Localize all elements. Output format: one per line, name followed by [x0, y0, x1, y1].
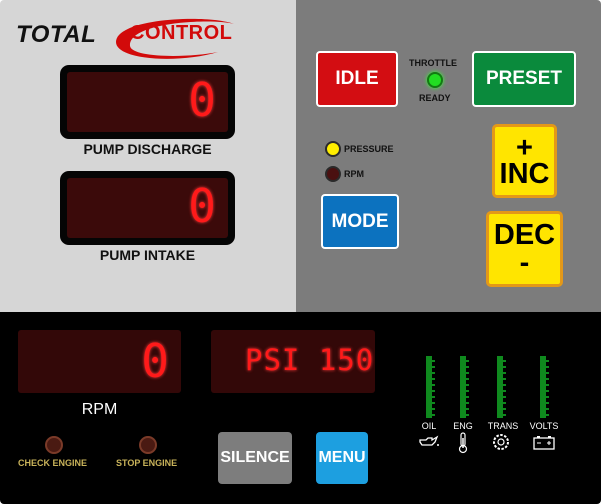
gauge-tick: [503, 396, 506, 398]
gauge-tick: [432, 378, 435, 380]
gear-icon: [493, 434, 509, 450]
gauge-tick: [466, 402, 469, 404]
total-control-logo: TOTAL CONTROL: [14, 12, 244, 62]
gauge-tick: [503, 360, 506, 362]
gauge-tick: [466, 366, 469, 368]
gauge-tick: [503, 390, 506, 392]
dec-label: DEC: [493, 219, 556, 251]
rpm-display: 0: [18, 330, 181, 393]
gauge-tick: [503, 372, 506, 374]
gauge-tick: [546, 378, 549, 380]
idle-button[interactable]: IDLE: [316, 51, 398, 107]
throttle-ready-led: [427, 72, 443, 88]
pressure-mode-led: [325, 141, 341, 157]
gauge-tick: [546, 402, 549, 404]
trans-gauge-label: TRANS: [487, 421, 519, 431]
oil-gauge-bar: [426, 356, 435, 418]
gauge-tick: [466, 372, 469, 374]
pressure-label: PRESSURE: [344, 144, 394, 154]
gauge-tick: [503, 414, 506, 416]
preset-button[interactable]: PRESET: [472, 51, 576, 107]
gauge-tick: [546, 372, 549, 374]
pump-discharge-label: PUMP DISCHARGE: [83, 141, 212, 157]
gauge-tick: [466, 414, 469, 416]
rpm-label: RPM: [81, 401, 118, 418]
pump-discharge-value: 0: [188, 73, 216, 127]
throttle-label: THROTTLE: [409, 58, 457, 68]
gauge-tick: [466, 396, 469, 398]
gauge-tick: [546, 384, 549, 386]
decrease-button[interactable]: DEC -: [486, 211, 563, 287]
gauge-tick: [546, 360, 549, 362]
volts-gauge-bar: [540, 356, 549, 418]
stop-engine-label: STOP ENGINE: [116, 458, 178, 468]
gauge-tick: [432, 372, 435, 374]
eng-gauge-bar: [460, 356, 469, 418]
gauge-tick: [503, 402, 506, 404]
logo-total-text: TOTAL: [16, 21, 97, 48]
gauge-tick: [432, 390, 435, 392]
trans-gauge-bar: [497, 356, 506, 418]
gauge-tick: [432, 402, 435, 404]
pump-intake-label: PUMP INTAKE: [99, 247, 196, 263]
gauge-tick: [546, 408, 549, 410]
pump-intake-value: 0: [188, 179, 216, 233]
increase-button[interactable]: + INC: [492, 124, 557, 198]
rpm-mode-label: RPM: [344, 169, 364, 179]
control-panel: TOTAL CONTROL 0 PUMP DISCHARGE 0 PUMP IN…: [0, 0, 601, 504]
dec-minus-symbol: -: [519, 247, 530, 279]
gauge-tick: [466, 378, 469, 380]
gauge-tick: [466, 360, 469, 362]
gauge-tick: [432, 360, 435, 362]
pump-intake-display: 0: [60, 171, 235, 245]
stop-engine-led: [139, 436, 157, 454]
gauge-tick: [546, 390, 549, 392]
oil-can-icon: [419, 435, 439, 446]
eng-gauge-label: ENG: [453, 421, 473, 431]
menu-button[interactable]: MENU: [316, 432, 368, 484]
gauge-tick: [503, 408, 506, 410]
mode-button[interactable]: MODE: [321, 194, 399, 249]
silence-button[interactable]: SILENCE: [218, 432, 292, 484]
pump-discharge-display: 0: [60, 65, 235, 139]
gauge-tick: [503, 378, 506, 380]
check-engine-label: CHECK ENGINE: [18, 458, 88, 468]
gauge-tick: [432, 408, 435, 410]
rpm-mode-led: [325, 166, 341, 182]
gauge-tick: [432, 396, 435, 398]
battery-icon: [533, 436, 555, 450]
gauge-tick: [466, 408, 469, 410]
preset-value-display: PSI 150: [211, 330, 375, 393]
gauge-tick: [432, 414, 435, 416]
gauge-tick: [466, 384, 469, 386]
inc-label: INC: [499, 158, 550, 190]
gauge-tick: [503, 384, 506, 386]
gauge-tick: [432, 366, 435, 368]
gauge-tick: [432, 384, 435, 386]
ready-label: READY: [419, 93, 451, 103]
logo-control-text: CONTROL: [130, 22, 233, 44]
preset-value-text: PSI 150: [245, 343, 375, 377]
gauge-tick: [503, 366, 506, 368]
gauge-tick: [546, 396, 549, 398]
gauge-tick: [546, 414, 549, 416]
thermometer-icon: [458, 432, 468, 454]
rpm-value: 0: [141, 334, 169, 388]
gauge-tick: [466, 390, 469, 392]
check-engine-led: [45, 436, 63, 454]
gauge-tick: [546, 366, 549, 368]
volts-gauge-label: VOLTS: [529, 421, 559, 431]
